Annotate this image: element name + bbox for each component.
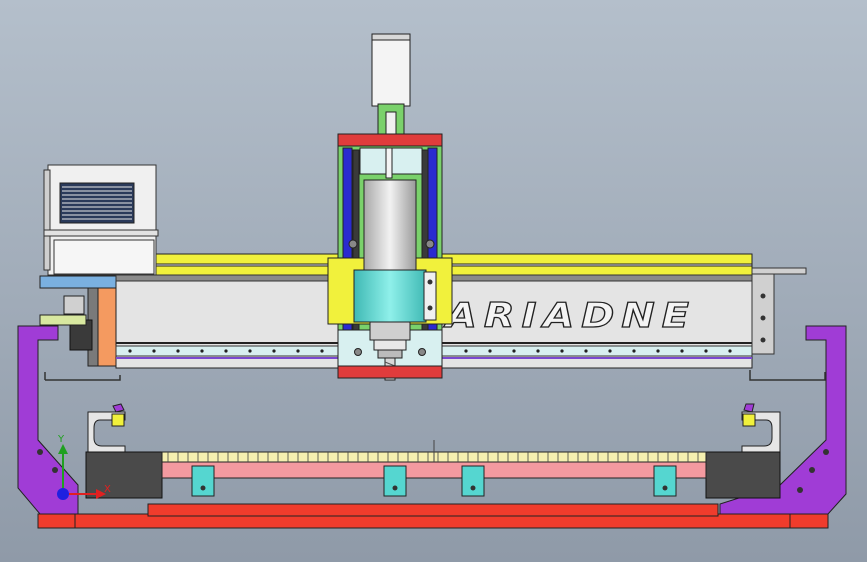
y-axis-motor: [43, 164, 159, 276]
spindle-motor: [371, 33, 411, 107]
base-plate: [37, 503, 829, 529]
spindle-body: [363, 179, 417, 273]
table-leg: [461, 465, 485, 497]
x-axis-label: X: [104, 484, 111, 495]
y-axis-label: Y: [57, 434, 65, 445]
table-leg: [191, 465, 215, 497]
support-block-right: [705, 451, 781, 499]
table-leg: [653, 465, 677, 497]
spindle-clamp: [353, 269, 427, 323]
cad-viewport[interactable]: ARIADNE Y X: [0, 0, 867, 562]
gantry-brand-text: ARIADNE: [442, 296, 696, 336]
cnc-machine-drawing: ARIADNE Y X: [0, 0, 867, 562]
table-leg: [383, 465, 407, 497]
